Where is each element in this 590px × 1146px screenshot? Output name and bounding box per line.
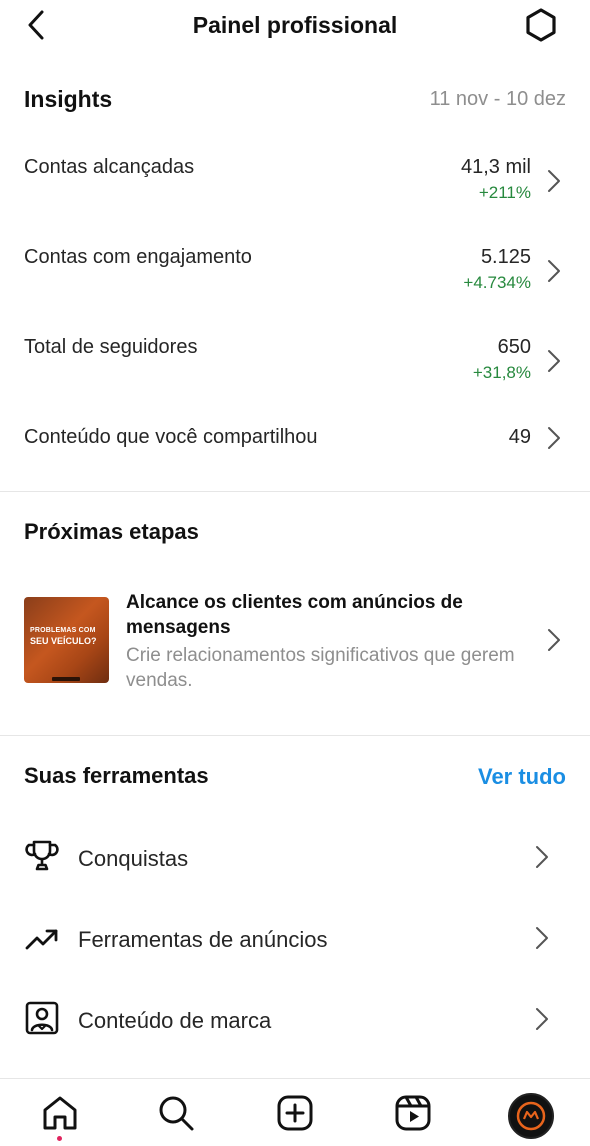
top-bar: Painel profissional: [0, 0, 590, 56]
metric-value: 41,3 mil: [460, 156, 531, 178]
metric-value: 650: [497, 336, 531, 358]
metric-row-engaged[interactable]: Contas com engajamento 5.125 +4.734%: [0, 240, 590, 300]
promo-thumbnail: PROBLEMAS COM SEU VEÍCULO?: [24, 597, 109, 683]
chevron-right-icon: [548, 427, 560, 449]
metric-row-followers[interactable]: Total de seguidores 650 +31,8%: [0, 330, 590, 390]
thumbnail-text-line1: PROBLEMAS COM: [30, 627, 96, 634]
section-divider: [0, 735, 590, 736]
profile-logo-icon: [516, 1101, 546, 1131]
profile-avatar[interactable]: [508, 1093, 554, 1139]
see-all-link[interactable]: Ver tudo: [478, 764, 566, 790]
create-icon: [277, 1095, 313, 1131]
trophy-icon: [25, 840, 59, 871]
tool-label: Ferramentas de anúncios: [78, 927, 328, 952]
metric-value: 5.125: [480, 246, 531, 268]
promo-description: Crie relacionamentos significativos que …: [126, 645, 515, 691]
metric-label: Contas alcançadas: [24, 156, 195, 178]
bottom-nav: [0, 1078, 590, 1146]
chevron-right-icon: [548, 260, 560, 282]
metric-delta: +4.734%: [463, 273, 531, 292]
tools-title: Suas ferramentas: [24, 763, 209, 788]
metric-value: 49: [508, 426, 531, 448]
tool-row-branded-content[interactable]: Conteúdo de marca: [0, 990, 590, 1050]
metric-label: Conteúdo que você compartilhou: [24, 426, 318, 448]
branded-content-icon: [25, 1001, 59, 1035]
promo-title: Alcance os clientes com anúncios de mens…: [126, 592, 463, 638]
tool-label: Conteúdo de marca: [78, 1008, 272, 1033]
chevron-right-icon: [548, 170, 560, 192]
chevron-right-icon: [536, 846, 548, 868]
chevron-right-icon: [536, 1008, 548, 1030]
nav-search[interactable]: [156, 1093, 196, 1133]
next-steps-title: Próximas etapas: [24, 519, 199, 544]
chevron-right-icon: [548, 350, 560, 372]
tool-row-ad-tools[interactable]: Ferramentas de anúncios: [0, 909, 590, 969]
notification-dot: [57, 1136, 62, 1141]
home-icon: [43, 1096, 77, 1130]
search-icon: [159, 1096, 194, 1131]
tool-label: Conquistas: [78, 846, 189, 871]
metric-delta: +31,8%: [472, 363, 531, 382]
metric-row-content-shared[interactable]: Conteúdo que você compartilhou 49: [0, 420, 590, 456]
page-title: Painel profissional: [192, 12, 398, 38]
nav-home[interactable]: [40, 1093, 80, 1133]
promo-card-messaging-ads[interactable]: PROBLEMAS COM SEU VEÍCULO? Alcance os cl…: [0, 580, 590, 700]
tool-row-achievements[interactable]: Conquistas: [0, 828, 590, 888]
metric-row-reached[interactable]: Contas alcançadas 41,3 mil +211%: [0, 150, 590, 210]
nav-reels[interactable]: [393, 1093, 433, 1133]
settings-icon: [526, 8, 556, 42]
settings-button[interactable]: [522, 6, 560, 44]
insights-title: Insights: [24, 86, 113, 112]
chevron-right-icon: [536, 927, 548, 949]
metric-label: Total de seguidores: [24, 336, 198, 358]
thumbnail-text-line2: SEU VEÍCULO?: [30, 636, 97, 646]
reels-icon: [395, 1095, 431, 1131]
metric-delta: +211%: [478, 183, 531, 202]
chevron-right-icon: [548, 629, 560, 651]
nav-create[interactable]: [275, 1093, 315, 1133]
date-range: 11 nov - 10 dez: [429, 88, 566, 110]
trending-up-icon: [25, 929, 58, 950]
section-divider: [0, 491, 590, 492]
thumbnail-bar: [52, 677, 80, 681]
metric-label: Contas com engajamento: [24, 246, 252, 268]
